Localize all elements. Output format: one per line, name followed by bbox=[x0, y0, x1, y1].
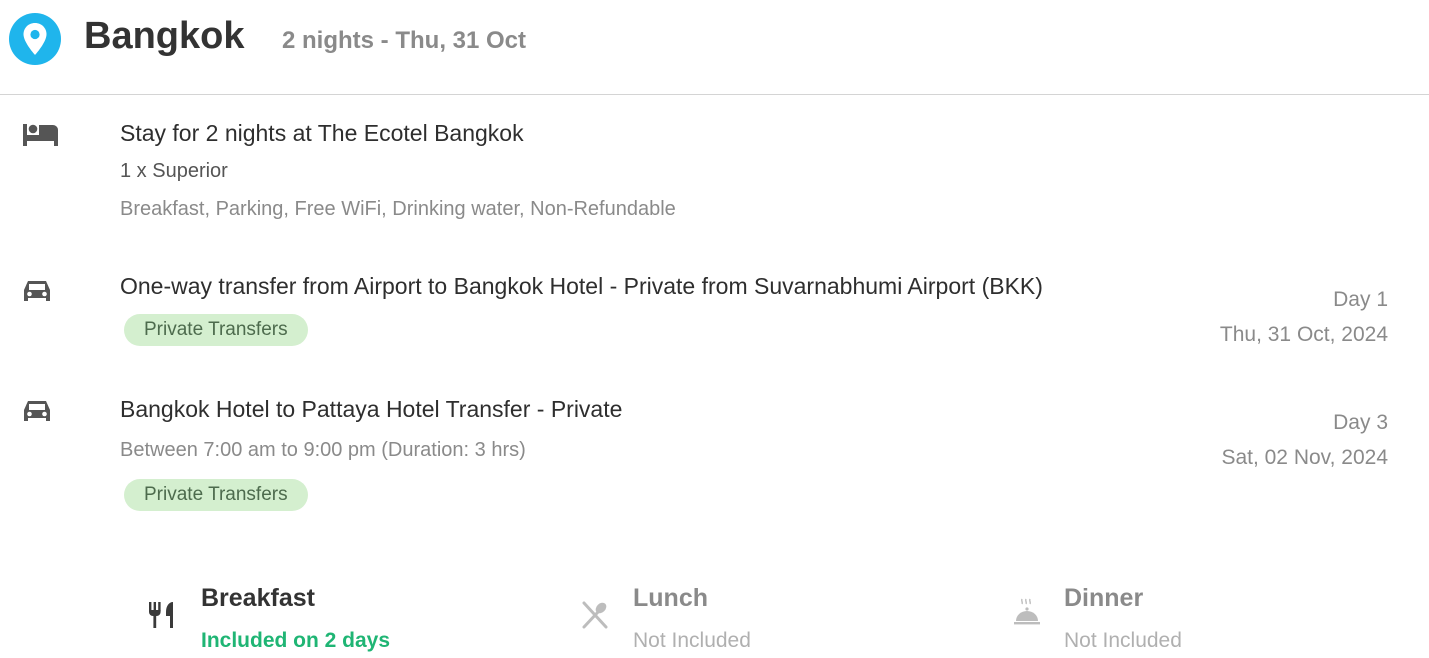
meal-dinner-status: Not Included bbox=[1064, 629, 1182, 652]
meal-breakfast-status: Included on 2 days bbox=[201, 629, 391, 652]
transfer-type-badge: Private Transfers bbox=[124, 479, 308, 511]
meal-dinner-title: Dinner bbox=[1064, 584, 1144, 612]
stay-title: Stay for 2 nights at The Ecotel Bangkok bbox=[120, 120, 524, 146]
transfer-type-badge: Private Transfers bbox=[124, 314, 308, 346]
location-pin-icon bbox=[9, 13, 61, 65]
transfer-title: Bangkok Hotel to Pattaya Hotel Transfer … bbox=[120, 396, 623, 422]
crossed-cutlery-icon bbox=[580, 600, 614, 634]
transfer-date: Sat, 02 Nov, 2024 bbox=[1221, 446, 1388, 469]
fork-knife-icon bbox=[147, 600, 181, 634]
transfer-day: Day 1 bbox=[1333, 288, 1388, 311]
nights-summary: 2 nights - Thu, 31 Oct bbox=[282, 27, 527, 54]
city-title: Bangkok bbox=[84, 15, 245, 57]
meal-lunch-title: Lunch bbox=[633, 584, 708, 612]
transfer-title: One-way transfer from Airport to Bangkok… bbox=[120, 273, 1043, 299]
cloche-icon bbox=[1012, 597, 1046, 631]
stay-amenities: Breakfast, Parking, Free WiFi, Drinking … bbox=[120, 198, 676, 220]
car-icon bbox=[22, 398, 60, 428]
meal-lunch-status: Not Included bbox=[633, 629, 751, 652]
transfer-day: Day 3 bbox=[1333, 411, 1388, 434]
transfer-date: Thu, 31 Oct, 2024 bbox=[1219, 323, 1388, 346]
car-icon bbox=[22, 278, 60, 308]
transfer-timing: Between 7:00 am to 9:00 pm (Duration: 3 … bbox=[120, 439, 526, 461]
bed-icon bbox=[22, 122, 60, 152]
room-type: 1 x Superior bbox=[120, 160, 228, 182]
meal-breakfast-title: Breakfast bbox=[201, 584, 315, 612]
destination-header: Bangkok 2 nights - Thu, 31 Oct bbox=[0, 0, 1429, 95]
